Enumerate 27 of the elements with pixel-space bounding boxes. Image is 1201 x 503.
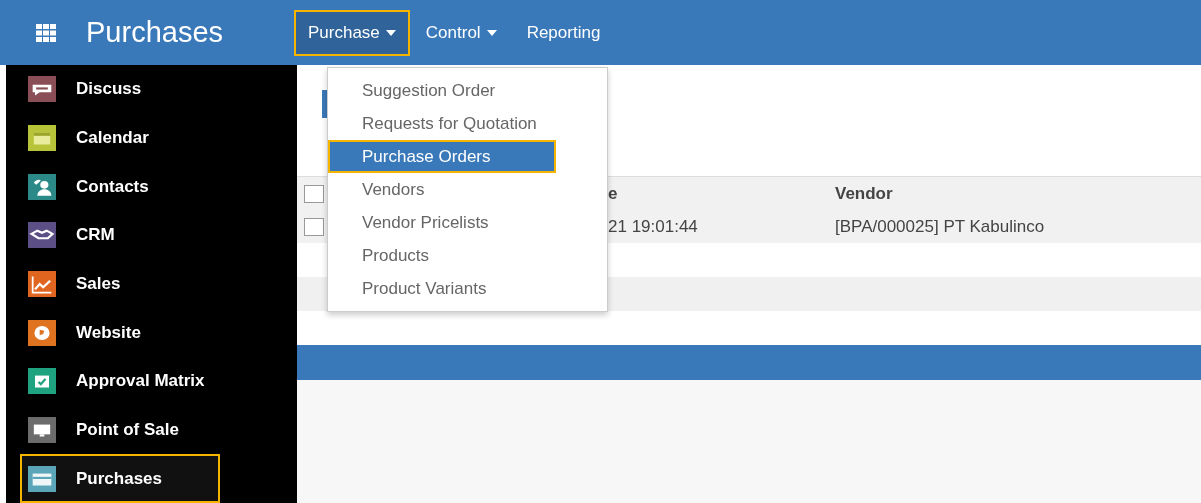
sidebar-item[interactable]: Point of Sale [20,405,220,455]
sidebar-item[interactable]: Contacts [20,162,220,211]
table-cell-text: 21 19:01:44 [608,216,699,237]
sidebar-item[interactable]: Purchases [20,454,220,503]
sidebar-item[interactable]: Website [20,308,220,358]
dropdown-item[interactable]: Products [328,239,607,272]
sidebar-item[interactable]: Discuss [20,65,220,114]
dropdown-item[interactable]: Requests for Quotation [328,107,607,140]
column-header[interactable]: Vendor [835,183,893,204]
sidebar-item[interactable]: Approval Matrix [20,357,220,406]
dropdown-item[interactable]: Vendor Pricelists [328,206,607,239]
select-all-checkbox[interactable] [304,184,324,203]
menu-item[interactable]: Control [411,9,511,56]
sidebar-item[interactable]: Sales [20,259,220,309]
sidebar-item[interactable]: CRM [20,211,220,260]
dropdown-item[interactable]: Vendors [328,173,607,206]
column-header[interactable]: e [608,183,835,204]
app-title: Purchases [86,16,224,49]
row-checkbox[interactable] [304,217,324,236]
sidebar-item[interactable]: Calendar [20,113,220,163]
dropdown-item[interactable]: Suggestion Order [328,74,607,107]
menu-item[interactable]: Reporting [512,9,615,56]
table-cell: [BPA/000025] PT Kabulinco [835,216,1045,237]
dropdown-item[interactable]: Purchase Orders [328,140,556,173]
dropdown-item[interactable]: Product Variants [328,272,607,305]
apps-menu-icon[interactable] [36,23,56,42]
menu-item[interactable]: Purchase [294,9,410,56]
